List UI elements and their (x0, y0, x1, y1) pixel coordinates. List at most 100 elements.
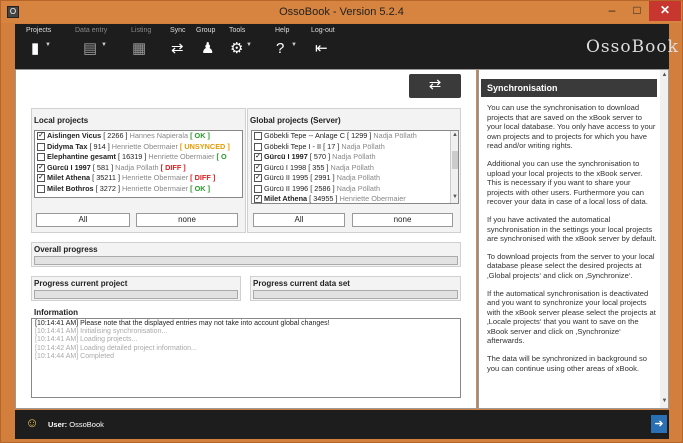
next-arrow-button[interactable]: ➜ (651, 415, 667, 433)
help-paragraph: Additional you can use the synchronisati… (487, 158, 648, 207)
scroll-thumb[interactable] (452, 151, 458, 169)
chevron-down-icon[interactable]: ▼ (101, 42, 107, 48)
project-name: Milet Athena (47, 173, 91, 182)
status-bar: ☺ User: OssoBook ➜ (15, 410, 669, 439)
project-owner: Nadja Pöllath (336, 173, 381, 182)
chevron-down-icon[interactable]: ▼ (45, 42, 51, 48)
project-name: Göbekli Tepe -- Anlage C (264, 131, 345, 140)
toolbar-group-tools: Tools (229, 27, 246, 34)
project-id: [ 3272 ] (95, 183, 120, 193)
checkbox[interactable]: ✓ (37, 163, 45, 172)
global-project-row[interactable]: Göbekli Tepe -- Anlage C [ 1299 ] Nadja … (252, 131, 449, 142)
project-owner: Nadja Pöllath (373, 131, 417, 140)
checkbox[interactable]: ✓ (37, 174, 45, 183)
toolbar-group-group: Group (196, 27, 216, 34)
local-project-row[interactable]: Elephantine gesamt [ 16319 ] Henriette O… (35, 152, 242, 163)
project-id: [ 581 ] (92, 162, 114, 172)
listing-grid-icon[interactable]: ▦ (132, 41, 146, 57)
data-entry-icon[interactable]: ▤ (83, 41, 97, 57)
local-select-all-button[interactable]: All (36, 213, 130, 227)
help-icon[interactable]: ? (276, 41, 284, 57)
global-projects-list: Göbekli Tepe -- Anlage C [ 1299 ] Nadja … (251, 130, 459, 204)
dataset-progress-title: Progress current data set (253, 279, 350, 288)
global-list-scrollbar[interactable]: ▲ ▼ (450, 131, 458, 203)
project-id: [ 16319 ] (117, 152, 147, 161)
scroll-up-icon[interactable]: ▲ (660, 72, 668, 78)
log-line: [10:14:42 AM] Loading detailed project i… (35, 344, 197, 352)
project-name: Elephantine gesamt (47, 152, 116, 161)
checkbox[interactable] (254, 132, 262, 141)
help-scrollbar[interactable]: ▲ ▼ (660, 70, 668, 408)
sync-main-panel: ⇄ Local projects ✓ Aislingen Vicus [ 2266… (15, 69, 477, 409)
local-select-none-button[interactable]: none (136, 213, 238, 227)
overall-progress-title: Overall progress (34, 245, 98, 254)
checkbox[interactable] (37, 142, 45, 151)
user-name: OssoBook (69, 420, 104, 429)
project-id: [ 2991 ] (310, 173, 335, 182)
gear-icon[interactable]: ⚙ (230, 41, 243, 57)
global-project-row[interactable]: Göbekli Tepe I - II [ 17 ] Nadja Pöllath (252, 142, 449, 153)
checkbox[interactable]: ✓ (37, 132, 45, 141)
chevron-down-icon[interactable]: ▼ (291, 42, 297, 48)
synchronize-button[interactable]: ⇄ (409, 74, 461, 98)
checkbox[interactable]: ✓ (254, 195, 262, 203)
project-id: [ 2266 ] (103, 131, 128, 140)
help-panel: Synchronisation You can use the synchron… (478, 69, 669, 409)
project-owner: Nadja Pöllath (332, 152, 376, 161)
project-id: [ 355 ] (308, 162, 329, 172)
global-projects-rows: Göbekli Tepe -- Anlage C [ 1299 ] Nadja … (252, 131, 449, 203)
global-select-none-button[interactable]: none (352, 213, 453, 227)
global-projects-panel: Global projects (Server) Göbekli Tepe --… (247, 108, 461, 233)
global-project-row[interactable]: ✓ Milet Athena [ 34955 ] Henriette Oberma… (252, 194, 449, 203)
project-id: [ 35211 ] (92, 173, 120, 182)
logout-icon[interactable]: ⇤ (315, 41, 328, 57)
scroll-down-icon[interactable]: ▼ (660, 398, 668, 404)
project-name: Gürcü I 1997 (264, 152, 308, 161)
project-owner: Nadja Pöllath (115, 162, 159, 172)
project-owner: Henriette Obermaier (122, 183, 189, 193)
sync-status-badge: [ DIFF ] (160, 162, 186, 172)
project-owner: Hannes Napierala (129, 131, 189, 140)
local-project-row[interactable]: ✓ Aislingen Vicus [ 2266 ] Hannes Napiera… (35, 131, 242, 142)
log-line: [10:14:41 AM] Loading projects... (35, 336, 138, 344)
checkbox[interactable] (37, 184, 45, 193)
global-project-row[interactable]: ✓ Gürcü II 1995 [ 2991 ] Nadja Pöllath (252, 173, 449, 184)
global-project-row[interactable]: ✓ Gürcü I 1998 [ 355 ] Nadja Pöllath (252, 163, 449, 174)
project-owner: Henriette Obermaier (122, 173, 189, 182)
minimize-button[interactable]: – (599, 1, 625, 21)
checkbox[interactable] (37, 153, 45, 162)
checkbox[interactable] (254, 142, 262, 151)
help-paragraph: If you have activated the automatical sy… (487, 214, 657, 244)
help-paragraph: To download projects from the server to … (487, 251, 655, 280)
project-id: [ 2586 ] (310, 183, 335, 193)
help-paragraph: The data will be synchronized in backgro… (487, 354, 647, 373)
sync-arrows-icon[interactable]: ⇄ (171, 41, 184, 57)
scroll-up-icon[interactable]: ▲ (451, 132, 458, 138)
local-project-row[interactable]: ✓ Milet Athena [ 35211 ] Henriette Oberma… (35, 173, 242, 184)
project-name: Didyma Tax (47, 141, 88, 151)
dataset-progress-bar (253, 290, 458, 299)
project-name: Milet Athena (264, 194, 308, 203)
checkbox[interactable] (254, 184, 262, 193)
checkbox[interactable]: ✓ (254, 163, 262, 172)
local-project-row[interactable]: Didyma Tax [ 914 ] Henriette Obermaier [… (35, 142, 242, 153)
project-progress-title: Progress current project (34, 279, 128, 288)
global-project-row[interactable]: Gürcü II 1996 [ 2586 ] Nadja Pöllath (252, 184, 449, 195)
global-select-all-button[interactable]: All (253, 213, 345, 227)
information-title: Information (34, 308, 78, 317)
users-group-icon[interactable]: ♟ (201, 41, 214, 57)
help-title: Synchronisation (481, 79, 657, 97)
scroll-down-icon[interactable]: ▼ (451, 194, 458, 200)
toolbar-group-projects: Projects (26, 27, 52, 34)
checkbox[interactable]: ✓ (254, 174, 262, 183)
local-project-row[interactable]: Milet Bothros [ 3272 ] Henriette Obermai… (35, 184, 242, 195)
checkbox[interactable]: ✓ (254, 153, 262, 162)
help-paragraph: If the automatical synchronisation is de… (487, 288, 656, 346)
local-project-row[interactable]: ✓ Gürcü I 1997 [ 581 ] Nadja Pöllath [ DI… (35, 163, 242, 174)
maximize-button[interactable]: □ (625, 1, 649, 21)
global-project-row[interactable]: ✓ Gürcü I 1997 [ 570 ] Nadja Pöllath (252, 152, 449, 163)
project-book-icon[interactable]: ▮ (31, 41, 39, 57)
chevron-down-icon[interactable]: ▼ (246, 42, 252, 48)
close-button[interactable]: ✕ (649, 1, 681, 21)
log-line: [10:14:41 AM] Please note that the displ… (35, 320, 330, 327)
